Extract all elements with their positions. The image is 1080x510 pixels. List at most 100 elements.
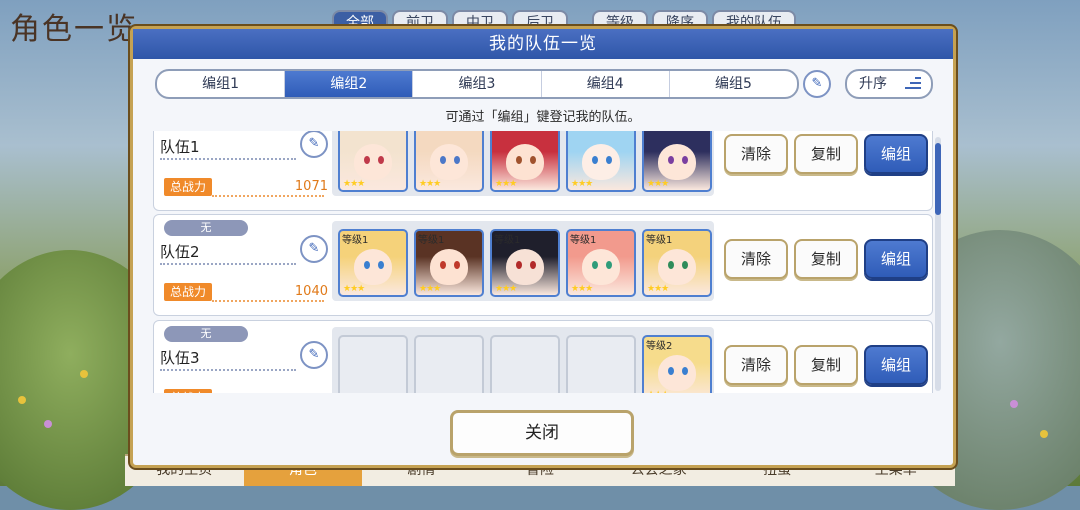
rename-group-pencil-icon[interactable]: ✎ bbox=[803, 70, 831, 98]
sort-ascending-icon bbox=[903, 77, 921, 91]
group-tabs: 编组1 编组2 编组3 编组4 编组5 bbox=[155, 69, 799, 99]
character-eye bbox=[682, 156, 688, 164]
tab-group-3[interactable]: 编组3 bbox=[413, 71, 542, 97]
tab-group-4[interactable]: 编组4 bbox=[542, 71, 670, 97]
party-row: 无队伍3 ✎ 总战力 等级2 ★★★ 清除复制编组 bbox=[153, 320, 933, 393]
party-list[interactable]: 队伍1 ✎ 总战力 1071 ★★★ ★★★ ★★★ ★★★ ★★★ 清除 复制 编组无队伍2 ✎ 总战力… bbox=[153, 131, 941, 393]
character-eye bbox=[378, 261, 384, 269]
character-eye bbox=[606, 261, 612, 269]
party-member-slots: 等级1 ★★★ 等级1 ★★★ 等级1 ★★★ 等级1 ★★★ 等级1 ★★★ bbox=[332, 221, 714, 301]
character-face bbox=[354, 249, 392, 285]
character-portrait[interactable]: 等级2 ★★★ bbox=[642, 335, 712, 393]
edit-party-button[interactable]: 编组 bbox=[864, 134, 928, 174]
rarity-stars-icon: ★★★ bbox=[571, 179, 593, 189]
empty-member-slot[interactable] bbox=[566, 335, 636, 393]
edit-party-button[interactable]: 编组 bbox=[864, 239, 928, 279]
character-portrait[interactable]: ★★★ bbox=[338, 131, 408, 192]
total-power-label: 总战力 bbox=[164, 178, 212, 196]
character-eye bbox=[682, 261, 688, 269]
character-face bbox=[506, 144, 544, 180]
party-member-slots: 等级2 ★★★ bbox=[332, 327, 714, 393]
character-eye bbox=[516, 156, 522, 164]
character-eye bbox=[364, 156, 370, 164]
edit-party-button[interactable]: 编组 bbox=[864, 345, 928, 385]
character-portrait[interactable]: ★★★ bbox=[642, 131, 712, 192]
clear-party-button[interactable]: 清除 bbox=[724, 345, 788, 385]
total-power-label: 总战力 bbox=[164, 283, 212, 301]
close-button[interactable]: 关闭 bbox=[450, 410, 634, 456]
character-portrait[interactable]: 等级1 ★★★ bbox=[490, 229, 560, 297]
character-eye bbox=[592, 261, 598, 269]
character-eye bbox=[668, 367, 674, 375]
character-face bbox=[354, 144, 392, 180]
character-face bbox=[658, 249, 696, 285]
character-eye bbox=[668, 261, 674, 269]
character-eye bbox=[516, 261, 522, 269]
dialog-title: 我的队伍一览 bbox=[133, 29, 953, 59]
rarity-stars-icon: ★★★ bbox=[419, 284, 441, 294]
character-portrait[interactable]: 等级1 ★★★ bbox=[642, 229, 712, 297]
character-eye bbox=[364, 261, 370, 269]
flower bbox=[80, 370, 88, 378]
copy-party-button[interactable]: 复制 bbox=[794, 134, 858, 174]
rarity-stars-icon: ★★★ bbox=[647, 390, 669, 393]
tab-group-1[interactable]: 编组1 bbox=[157, 71, 286, 97]
character-face bbox=[658, 355, 696, 391]
rarity-stars-icon: ★★★ bbox=[419, 179, 441, 189]
character-eye bbox=[682, 367, 688, 375]
screen-title: 角色一览 bbox=[10, 12, 138, 47]
character-portrait[interactable]: ★★★ bbox=[414, 131, 484, 192]
copy-party-button[interactable]: 复制 bbox=[794, 239, 858, 279]
rarity-stars-icon: ★★★ bbox=[343, 284, 365, 294]
character-level: 等级1 bbox=[494, 235, 521, 246]
total-power-label: 总战力 bbox=[164, 389, 212, 393]
character-portrait[interactable]: ★★★ bbox=[490, 131, 560, 192]
character-eye bbox=[530, 156, 536, 164]
party-badge: 无 bbox=[164, 326, 248, 342]
party-name-underline bbox=[160, 158, 296, 160]
rarity-stars-icon: ★★★ bbox=[343, 179, 365, 189]
clear-party-button[interactable]: 清除 bbox=[724, 134, 788, 174]
clear-party-button[interactable]: 清除 bbox=[724, 239, 788, 279]
character-eye bbox=[454, 261, 460, 269]
character-portrait[interactable]: 等级1 ★★★ bbox=[338, 229, 408, 297]
character-eye bbox=[454, 156, 460, 164]
character-level: 等级2 bbox=[646, 341, 673, 352]
character-portrait[interactable]: 等级1 ★★★ bbox=[566, 229, 636, 297]
rarity-stars-icon: ★★★ bbox=[647, 284, 669, 294]
party-row: 无队伍2 ✎ 总战力 1040 等级1 ★★★ 等级1 ★★★ 等级1 ★★★ 等级1 ★★★ 等级1 ★… bbox=[153, 214, 933, 316]
flower bbox=[1040, 430, 1048, 438]
flower bbox=[1010, 400, 1018, 408]
empty-member-slot[interactable] bbox=[490, 335, 560, 393]
empty-member-slot[interactable] bbox=[338, 335, 408, 393]
character-eye bbox=[606, 156, 612, 164]
party-row: 队伍1 ✎ 总战力 1071 ★★★ ★★★ ★★★ ★★★ ★★★ 清除 复制 编组 bbox=[153, 131, 933, 211]
character-eye bbox=[592, 156, 598, 164]
character-level: 等级1 bbox=[342, 235, 369, 246]
tab-group-2[interactable]: 编组2 bbox=[285, 71, 414, 97]
character-portrait[interactable]: ★★★ bbox=[566, 131, 636, 192]
sort-ascending-button[interactable]: 升序 bbox=[845, 69, 933, 99]
party-member-slots: ★★★ ★★★ ★★★ ★★★ ★★★ bbox=[332, 131, 714, 196]
character-face bbox=[582, 144, 620, 180]
sort-label: 升序 bbox=[859, 76, 887, 92]
character-portrait[interactable]: 等级1 ★★★ bbox=[414, 229, 484, 297]
rename-party-pencil-icon[interactable]: ✎ bbox=[300, 341, 328, 369]
character-level: 等级1 bbox=[418, 235, 445, 246]
flower bbox=[44, 420, 52, 428]
character-level: 等级1 bbox=[646, 235, 673, 246]
rarity-stars-icon: ★★★ bbox=[495, 284, 517, 294]
empty-member-slot[interactable] bbox=[414, 335, 484, 393]
party-name: 队伍1 bbox=[160, 138, 200, 156]
tab-group-5[interactable]: 编组5 bbox=[670, 71, 797, 97]
party-name: 队伍3 bbox=[160, 349, 200, 367]
copy-party-button[interactable]: 复制 bbox=[794, 345, 858, 385]
character-eye bbox=[668, 156, 674, 164]
party-list-scrollbar[interactable] bbox=[935, 137, 941, 391]
rename-party-pencil-icon[interactable]: ✎ bbox=[300, 235, 328, 263]
character-eye bbox=[378, 156, 384, 164]
scrollbar-thumb[interactable] bbox=[935, 143, 941, 215]
flower bbox=[18, 396, 26, 404]
character-face bbox=[430, 249, 468, 285]
rename-party-pencil-icon[interactable]: ✎ bbox=[300, 131, 328, 158]
